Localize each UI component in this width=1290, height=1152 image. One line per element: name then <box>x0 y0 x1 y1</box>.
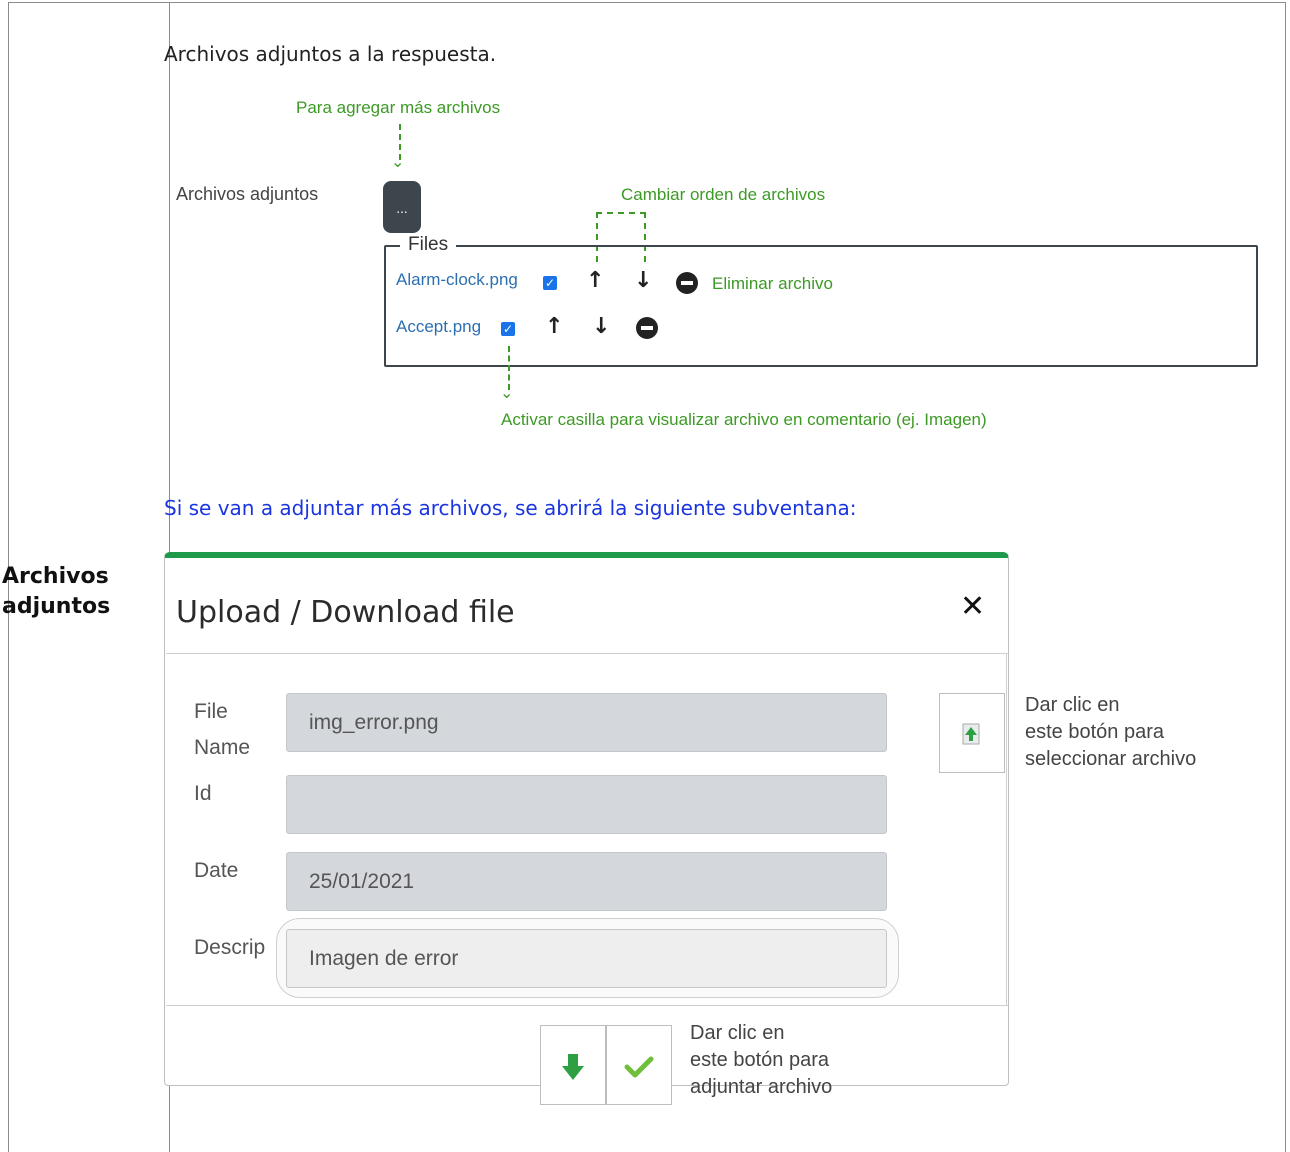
file-name-label: File Name <box>194 694 250 766</box>
download-button[interactable] <box>540 1025 606 1105</box>
annotation-arrow-down-icon: ⌄ <box>391 152 405 171</box>
upload-file-icon <box>962 723 980 745</box>
id-label: Id <box>194 782 212 805</box>
annotation-add-more: Para agregar más archivos <box>296 98 501 117</box>
file-name-input[interactable] <box>286 693 887 752</box>
select-note-line: seleccionar archivo <box>1025 748 1197 770</box>
id-input[interactable] <box>286 775 887 834</box>
move-up-icon[interactable]: ↑ <box>545 314 563 339</box>
description-label: Descrip <box>194 936 266 959</box>
file-link[interactable]: Alarm-clock.png <box>396 270 518 290</box>
move-down-icon[interactable]: ↓ <box>592 314 610 339</box>
dialog-header-divider <box>166 653 1008 654</box>
dialog-footer-divider <box>166 1005 1008 1006</box>
row-label: Archivos adjuntos <box>2 564 111 619</box>
attach-file-note: Dar clic en este botón para adjuntar arc… <box>690 1020 832 1101</box>
add-files-button[interactable]: ... <box>383 181 421 233</box>
dialog-body-edge <box>1006 654 1007 1006</box>
date-input[interactable] <box>286 852 887 911</box>
select-note-line: Dar clic en <box>1025 694 1120 716</box>
subwindow-note: Si se van a adjuntar más archivos, se ab… <box>164 496 857 520</box>
move-up-icon[interactable]: ↑ <box>586 268 604 293</box>
select-file-note: Dar clic en este botón para seleccionar … <box>1025 692 1196 773</box>
remove-file-icon[interactable] <box>636 317 658 339</box>
select-note-line: este botón para <box>1025 721 1164 743</box>
annotation-delete: Eliminar archivo <box>712 274 833 293</box>
annotation-bracket <box>596 212 646 214</box>
files-fieldset <box>384 245 1258 367</box>
attachments-label: Archivos adjuntos <box>176 184 319 204</box>
close-icon[interactable]: ✕ <box>960 589 985 624</box>
select-file-button[interactable] <box>939 693 1005 773</box>
move-down-icon[interactable]: ↓ <box>634 268 652 293</box>
attach-note-line: este botón para <box>690 1049 829 1071</box>
dialog-title: Upload / Download file <box>176 595 515 630</box>
display-checkbox[interactable]: ✓ <box>543 276 557 290</box>
date-label: Date <box>194 859 239 882</box>
remove-file-icon[interactable] <box>676 272 698 294</box>
download-arrow-icon <box>562 1054 584 1080</box>
file-name-label-line2: Name <box>194 736 251 759</box>
description-input[interactable] <box>286 929 887 988</box>
attach-note-line: Dar clic en <box>690 1022 785 1044</box>
intro-text: Archivos adjuntos a la respuesta. <box>164 42 497 66</box>
file-name-label-line1: File <box>194 700 228 723</box>
checkmark-icon <box>624 1056 654 1078</box>
attach-note-line: adjuntar archivo <box>690 1076 833 1098</box>
annotation-arrow-down-icon: ⌄ <box>500 383 514 402</box>
attach-confirm-button[interactable] <box>606 1025 672 1105</box>
file-link[interactable]: Accept.png <box>396 317 481 337</box>
annotation-change-order: Cambiar orden de archivos <box>621 185 826 204</box>
files-legend: Files <box>400 234 457 256</box>
annotation-activate-checkbox: Activar casilla para visualizar archivo … <box>501 410 987 429</box>
display-checkbox[interactable]: ✓ <box>501 322 515 336</box>
